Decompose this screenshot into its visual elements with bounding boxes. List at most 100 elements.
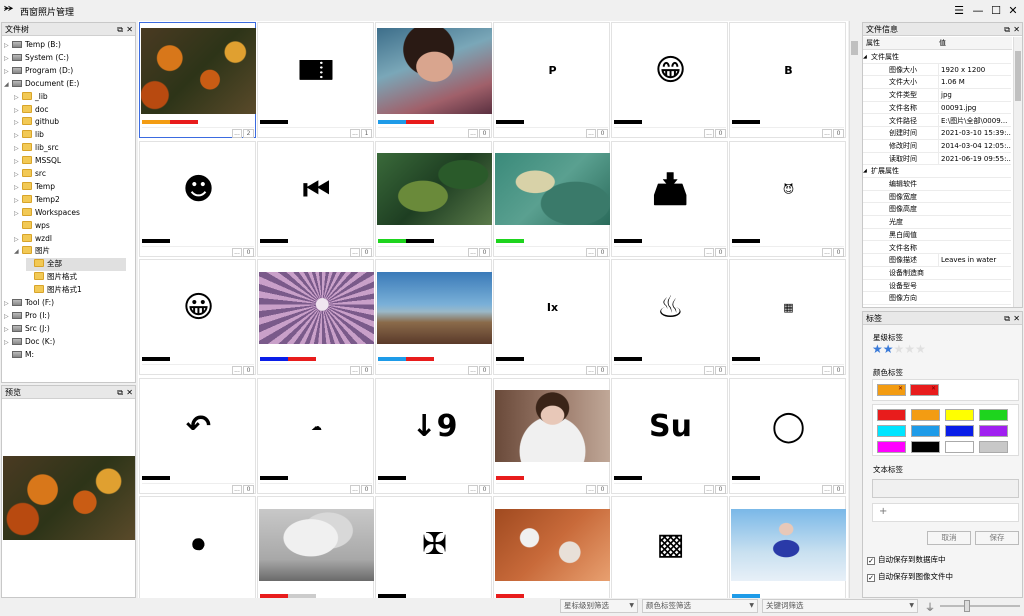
more-button[interactable]: ...	[232, 484, 242, 494]
tree-item[interactable]: ▷ Temp	[14, 181, 126, 194]
expand-arrow-icon[interactable]: ▷	[4, 40, 12, 53]
expand-arrow-icon[interactable]: ▷	[14, 208, 22, 221]
thumbnail-cell[interactable]: ♨... 0	[611, 259, 728, 375]
thumbnail-cell[interactable]: B... 0	[729, 22, 846, 138]
expand-arrow-icon[interactable]: ▷	[14, 182, 22, 195]
star-icon[interactable]: ★	[883, 342, 894, 356]
expand-arrow-icon[interactable]: ▷	[14, 156, 22, 169]
tree-item[interactable]: 全部	[26, 258, 126, 272]
thumbnail-cell[interactable]: Ix... 0	[493, 259, 610, 375]
expand-arrow-icon[interactable]: ▷	[4, 324, 12, 337]
more-button[interactable]: ...	[350, 129, 360, 138]
expand-arrow-icon[interactable]: ▷	[14, 234, 22, 247]
more-button[interactable]: ...	[350, 484, 360, 494]
thumbnail-cell[interactable]: ⏮... 0	[257, 140, 374, 257]
thumbnail-cell[interactable]: ✠	[375, 496, 492, 598]
thumbnail-cell[interactable]	[493, 496, 610, 598]
more-button[interactable]: ...	[468, 366, 478, 375]
more-button[interactable]: ...	[822, 129, 832, 138]
thumbnail-cell[interactable]: ... 0	[493, 377, 610, 494]
palette-color[interactable]	[911, 441, 940, 453]
expand-arrow-icon[interactable]: ▷	[14, 143, 22, 156]
cancel-button[interactable]: 取消	[927, 531, 971, 545]
tree-item[interactable]: ◢ Document (E:)	[4, 78, 126, 91]
tree-item[interactable]: ▷ lib	[14, 129, 126, 142]
more-button[interactable]: ...	[704, 366, 714, 375]
star-rating[interactable]: ★★★★★	[872, 343, 926, 355]
expand-arrow-icon[interactable]: ▷	[4, 66, 12, 79]
palette-color[interactable]	[945, 441, 974, 453]
thumbnail-cell[interactable]: ▩	[611, 496, 728, 598]
collapse-arrow-icon[interactable]: ◢	[863, 165, 867, 177]
tree-item[interactable]: ▷ MSSQL	[14, 155, 126, 168]
maximize-button[interactable]: ☐	[988, 3, 1004, 19]
star-icon[interactable]: ★	[872, 342, 883, 356]
star-icon[interactable]: ★	[915, 342, 926, 356]
float-icon[interactable]: ⧉	[1004, 23, 1010, 36]
remove-icon[interactable]: ✕	[931, 385, 936, 392]
thumbnail-cell[interactable]: ▦... 0	[729, 259, 846, 375]
tree-item[interactable]: ▷ Doc (K:)	[4, 336, 126, 349]
palette-color[interactable]	[911, 425, 940, 437]
auto-save-file[interactable]: ✓ 自动保存到图像文件中	[867, 571, 953, 582]
menu-icon[interactable]: ☰	[951, 3, 967, 19]
more-button[interactable]: ...	[822, 484, 832, 494]
expand-arrow-icon[interactable]: ▷	[14, 130, 22, 143]
more-button[interactable]: ...	[822, 366, 832, 375]
palette-color[interactable]	[877, 425, 906, 437]
thumbnail-cell[interactable]: ⚽	[139, 496, 256, 598]
remove-icon[interactable]: ✕	[898, 385, 903, 392]
tree-item[interactable]: ▷ Src (J:)	[4, 323, 126, 336]
float-icon[interactable]: ⧉	[1004, 312, 1010, 325]
more-button[interactable]: ...	[586, 247, 596, 257]
close-button[interactable]: ✕	[1005, 3, 1021, 19]
selected-color-chip[interactable]: ✕	[877, 384, 906, 396]
palette-color[interactable]	[877, 409, 906, 421]
more-button[interactable]: ...	[586, 484, 596, 494]
thumbnail-cell[interactable]: ... 0	[375, 22, 492, 138]
thumbnail-cell[interactable]	[257, 496, 374, 598]
color-filter-select[interactable]: 颜色标签筛选 ▼	[642, 599, 758, 613]
checkbox-icon[interactable]: ✓	[867, 557, 875, 565]
expand-arrow-icon[interactable]: ▷	[14, 92, 22, 105]
zoom-slider[interactable]	[940, 600, 1020, 612]
more-button[interactable]: ...	[232, 129, 242, 138]
thumbnail-cell[interactable]: 🎫... 1	[257, 22, 374, 138]
tree-item[interactable]: 图片格式	[26, 271, 126, 284]
star-filter-select[interactable]: 星标级别筛选 ▼	[560, 599, 638, 613]
add-tag-button[interactable]: +	[879, 506, 887, 517]
close-icon[interactable]: ✕	[126, 23, 133, 36]
more-button[interactable]: ...	[232, 366, 242, 375]
thumbnail-cell[interactable]: 😈... 0	[729, 140, 846, 257]
expand-arrow-icon[interactable]: ▷	[4, 337, 12, 350]
more-button[interactable]: ...	[586, 366, 596, 375]
close-icon[interactable]: ✕	[1013, 23, 1020, 36]
float-icon[interactable]: ⧉	[117, 23, 123, 36]
tree-item[interactable]: 图片格式1	[26, 284, 126, 297]
close-icon[interactable]: ✕	[126, 386, 133, 399]
tree-item[interactable]: ▷ lib_src	[14, 142, 126, 155]
more-button[interactable]: ...	[468, 247, 478, 257]
prop-scrollbar[interactable]	[1013, 37, 1022, 307]
thumbnail-cell[interactable]: ... 0	[493, 140, 610, 257]
palette-color[interactable]	[979, 441, 1008, 453]
checkbox-icon[interactable]: ✓	[867, 574, 875, 582]
expand-arrow-icon[interactable]: ▷	[4, 298, 12, 311]
thumbnail-cell[interactable]: ... 0	[375, 140, 492, 257]
grid-scrollbar[interactable]	[849, 21, 859, 598]
expand-arrow-icon[interactable]: ◢	[14, 246, 22, 259]
minimize-button[interactable]: —	[970, 3, 986, 19]
keyword-filter-select[interactable]: 关键词筛选 ▼	[762, 599, 918, 613]
tree-item[interactable]: ▷ Program (D:)	[4, 65, 126, 78]
text-tag-area[interactable]	[872, 479, 1019, 498]
thumbnail-cell[interactable]: 😀... 0	[139, 259, 256, 375]
thumbnail-cell[interactable]: ↶... 0	[139, 377, 256, 494]
more-button[interactable]: ...	[704, 484, 714, 494]
tree-item[interactable]: wps	[14, 220, 126, 233]
save-button[interactable]: 保存	[975, 531, 1019, 545]
palette-color[interactable]	[979, 409, 1008, 421]
more-button[interactable]: ...	[350, 247, 360, 257]
thumbnail-cell[interactable]: ... 0	[375, 259, 492, 375]
tree-item[interactable]: ▷ doc	[14, 104, 126, 117]
star-icon[interactable]: ★	[904, 342, 915, 356]
